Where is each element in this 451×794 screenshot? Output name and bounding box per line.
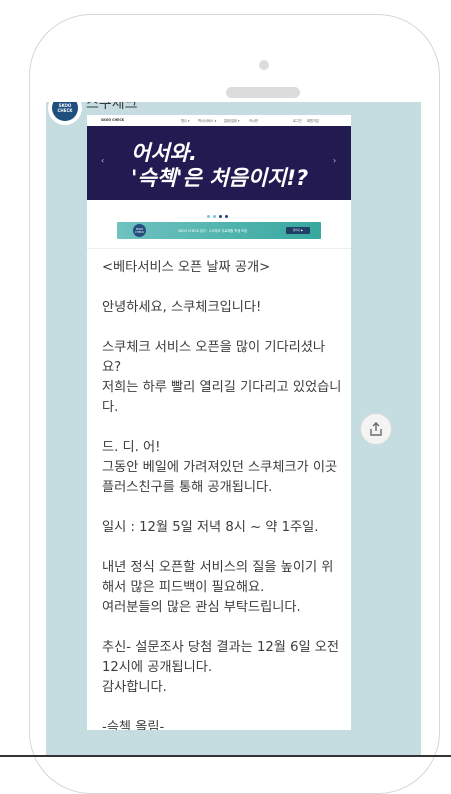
message-paragraph: 스쿠체크 서비스 오픈을 많이 기다리셨나요? 저희는 하루 빨리 열리길 기다…	[102, 340, 342, 415]
banner-text: SKOO CHECK 일자 · 스쿠체크 무료체험 학생 모집	[178, 229, 248, 233]
carousel-dot[interactable]	[219, 215, 222, 218]
message-paragraph: 내년 정식 오픈할 서비스의 질을 높이기 위해서 많은 피드백이 필요해요. …	[102, 560, 334, 615]
chevron-left-icon[interactable]: ‹	[101, 156, 104, 165]
site-menu-item[interactable]: 커시판	[249, 118, 258, 123]
share-icon	[370, 422, 382, 436]
site-menu-item[interactable]: 일정/일정 ▾	[224, 118, 239, 123]
message-title: <베타서비스 오픈 날짜 공개>	[102, 260, 271, 275]
site-signup-link[interactable]: 회원가입	[307, 118, 319, 123]
chevron-right-icon[interactable]: ›	[333, 156, 336, 165]
hero-banner: ‹ 어서와. '슥첵'은 처음이지!? ›	[87, 126, 351, 200]
message-signature: -슥첵 올림-	[102, 720, 165, 730]
banner-logo: SKOO CHECK	[133, 224, 146, 237]
banner-button[interactable]: 원하기 ▶	[286, 227, 310, 234]
carousel-dot[interactable]	[207, 215, 210, 218]
carousel-dot[interactable]	[225, 215, 228, 218]
share-button[interactable]	[360, 413, 392, 445]
message-text: <베타서비스 오픈 날짜 공개> 안녕하세요, 스쿠체크입니다! 스쿠체크 서비…	[102, 258, 343, 730]
avatar-logo: SKOO CHECK	[52, 102, 78, 121]
hero-line-2: '슥첵'은 처음이지!?	[131, 166, 309, 190]
carousel-dot[interactable]	[213, 215, 216, 218]
site-menu-item[interactable]: 협수 ▾	[181, 118, 189, 123]
message-paragraph: 일시 : 12월 5일 저녁 8시 ~ 약 1주일.	[102, 520, 319, 535]
divider	[87, 248, 351, 249]
site-menu-item[interactable]: 학사/서비스 ▾	[198, 118, 216, 123]
carousel-dots	[207, 203, 231, 218]
site-login-link[interactable]: 로그인	[293, 118, 302, 123]
site-logo: SKOO CHECK	[101, 118, 125, 122]
speaker-slot	[226, 87, 300, 98]
message-bubble: SKOO CHECK 협수 ▾ 학사/서비스 ▾ 일정/일정 ▾ 커시판 로그인…	[87, 115, 351, 730]
message-paragraph: 드. 디. 어! 그동안 베일에 가려져있던 스쿠체크가 이곳 플러스친구를 통…	[102, 440, 338, 495]
message-paragraph: 안녕하세요, 스쿠체크입니다!	[102, 300, 262, 315]
avatar[interactable]: SKOO CHECK	[48, 102, 82, 125]
camera-dot	[259, 60, 269, 70]
sender-name: 스쿠체크	[86, 102, 138, 112]
promo-banner[interactable]: SKOO CHECK SKOO CHECK 일자 · 스쿠체크 무료체험 학생 …	[117, 222, 321, 239]
message-paragraph: 추신- 설문조사 당첨 결과는 12월 6일 오전 12시에 공개됩니다. 감사…	[102, 640, 340, 695]
